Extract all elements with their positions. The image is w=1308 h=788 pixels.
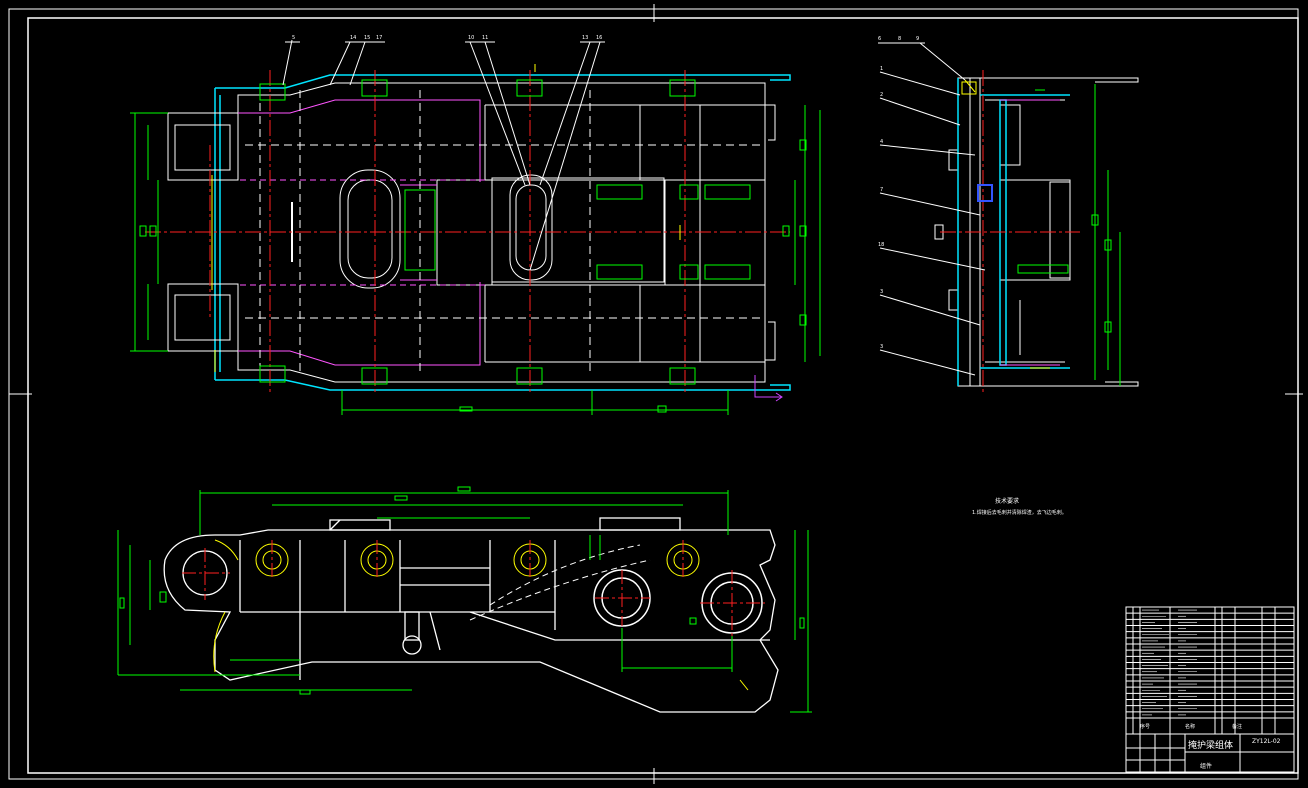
- balloon-side-9: 9: [916, 36, 919, 42]
- technical-requirements: 技术要求 1.焊接后去毛刺并清除焊渣，去飞边毛刺。: [972, 497, 1067, 516]
- balloon-side-3b: 3: [880, 344, 883, 350]
- balloon-side-6: 6: [878, 36, 881, 42]
- balloon-top-17: 17: [376, 35, 382, 41]
- side-section-view: 6 8 9 1 2 4 7 18 3 3: [878, 36, 1139, 395]
- balloon-top-14: 14: [350, 35, 356, 41]
- parts-list-seq-label: 序号: [1140, 723, 1150, 730]
- balloon-side-2: 2: [880, 92, 883, 98]
- plan-view: 5 14 15 17 10 11 13 16: [130, 35, 821, 415]
- title-block-title: 掩护梁组体: [1188, 739, 1233, 751]
- title-block-drawing-no: ZY12L-02: [1252, 738, 1281, 745]
- balloon-top-13: 13: [582, 35, 588, 41]
- balloon-top-16: 16: [596, 35, 602, 41]
- front-elevation-view: [117, 486, 812, 713]
- balloon-top-15: 15: [364, 35, 370, 41]
- balloon-side-3a: 3: [880, 289, 883, 295]
- balloon-side-1: 1: [880, 66, 883, 72]
- balloon-top-10: 10: [468, 35, 474, 41]
- balloon-side-7: 7: [880, 187, 883, 193]
- tech-notes-heading: 技术要求: [995, 497, 1019, 505]
- title-block: 序号 名称 备注 掩护梁组体 ZY12L-02 组件: [1125, 606, 1295, 773]
- title-block-subtitle: 组件: [1200, 762, 1212, 770]
- parts-list-remark-label: 备注: [1232, 723, 1242, 730]
- balloon-top-5: 5: [292, 35, 295, 41]
- cad-drawing-canvas: 5 14 15 17 10 11 13 16 6 8 9 1 2 4 7 18 …: [8, 4, 1303, 784]
- balloon-side-18: 18: [878, 242, 884, 248]
- tech-notes-line-1: 1.焊接后去毛刺并清除焊渣，去飞边毛刺。: [972, 509, 1067, 516]
- parts-list-table: [1126, 607, 1294, 734]
- drawing-frame: [8, 4, 1303, 784]
- balloon-side-4: 4: [880, 139, 883, 145]
- balloon-top-11: 11: [482, 35, 488, 41]
- balloon-side-8: 8: [898, 36, 901, 42]
- parts-list-name-label: 名称: [1185, 723, 1195, 730]
